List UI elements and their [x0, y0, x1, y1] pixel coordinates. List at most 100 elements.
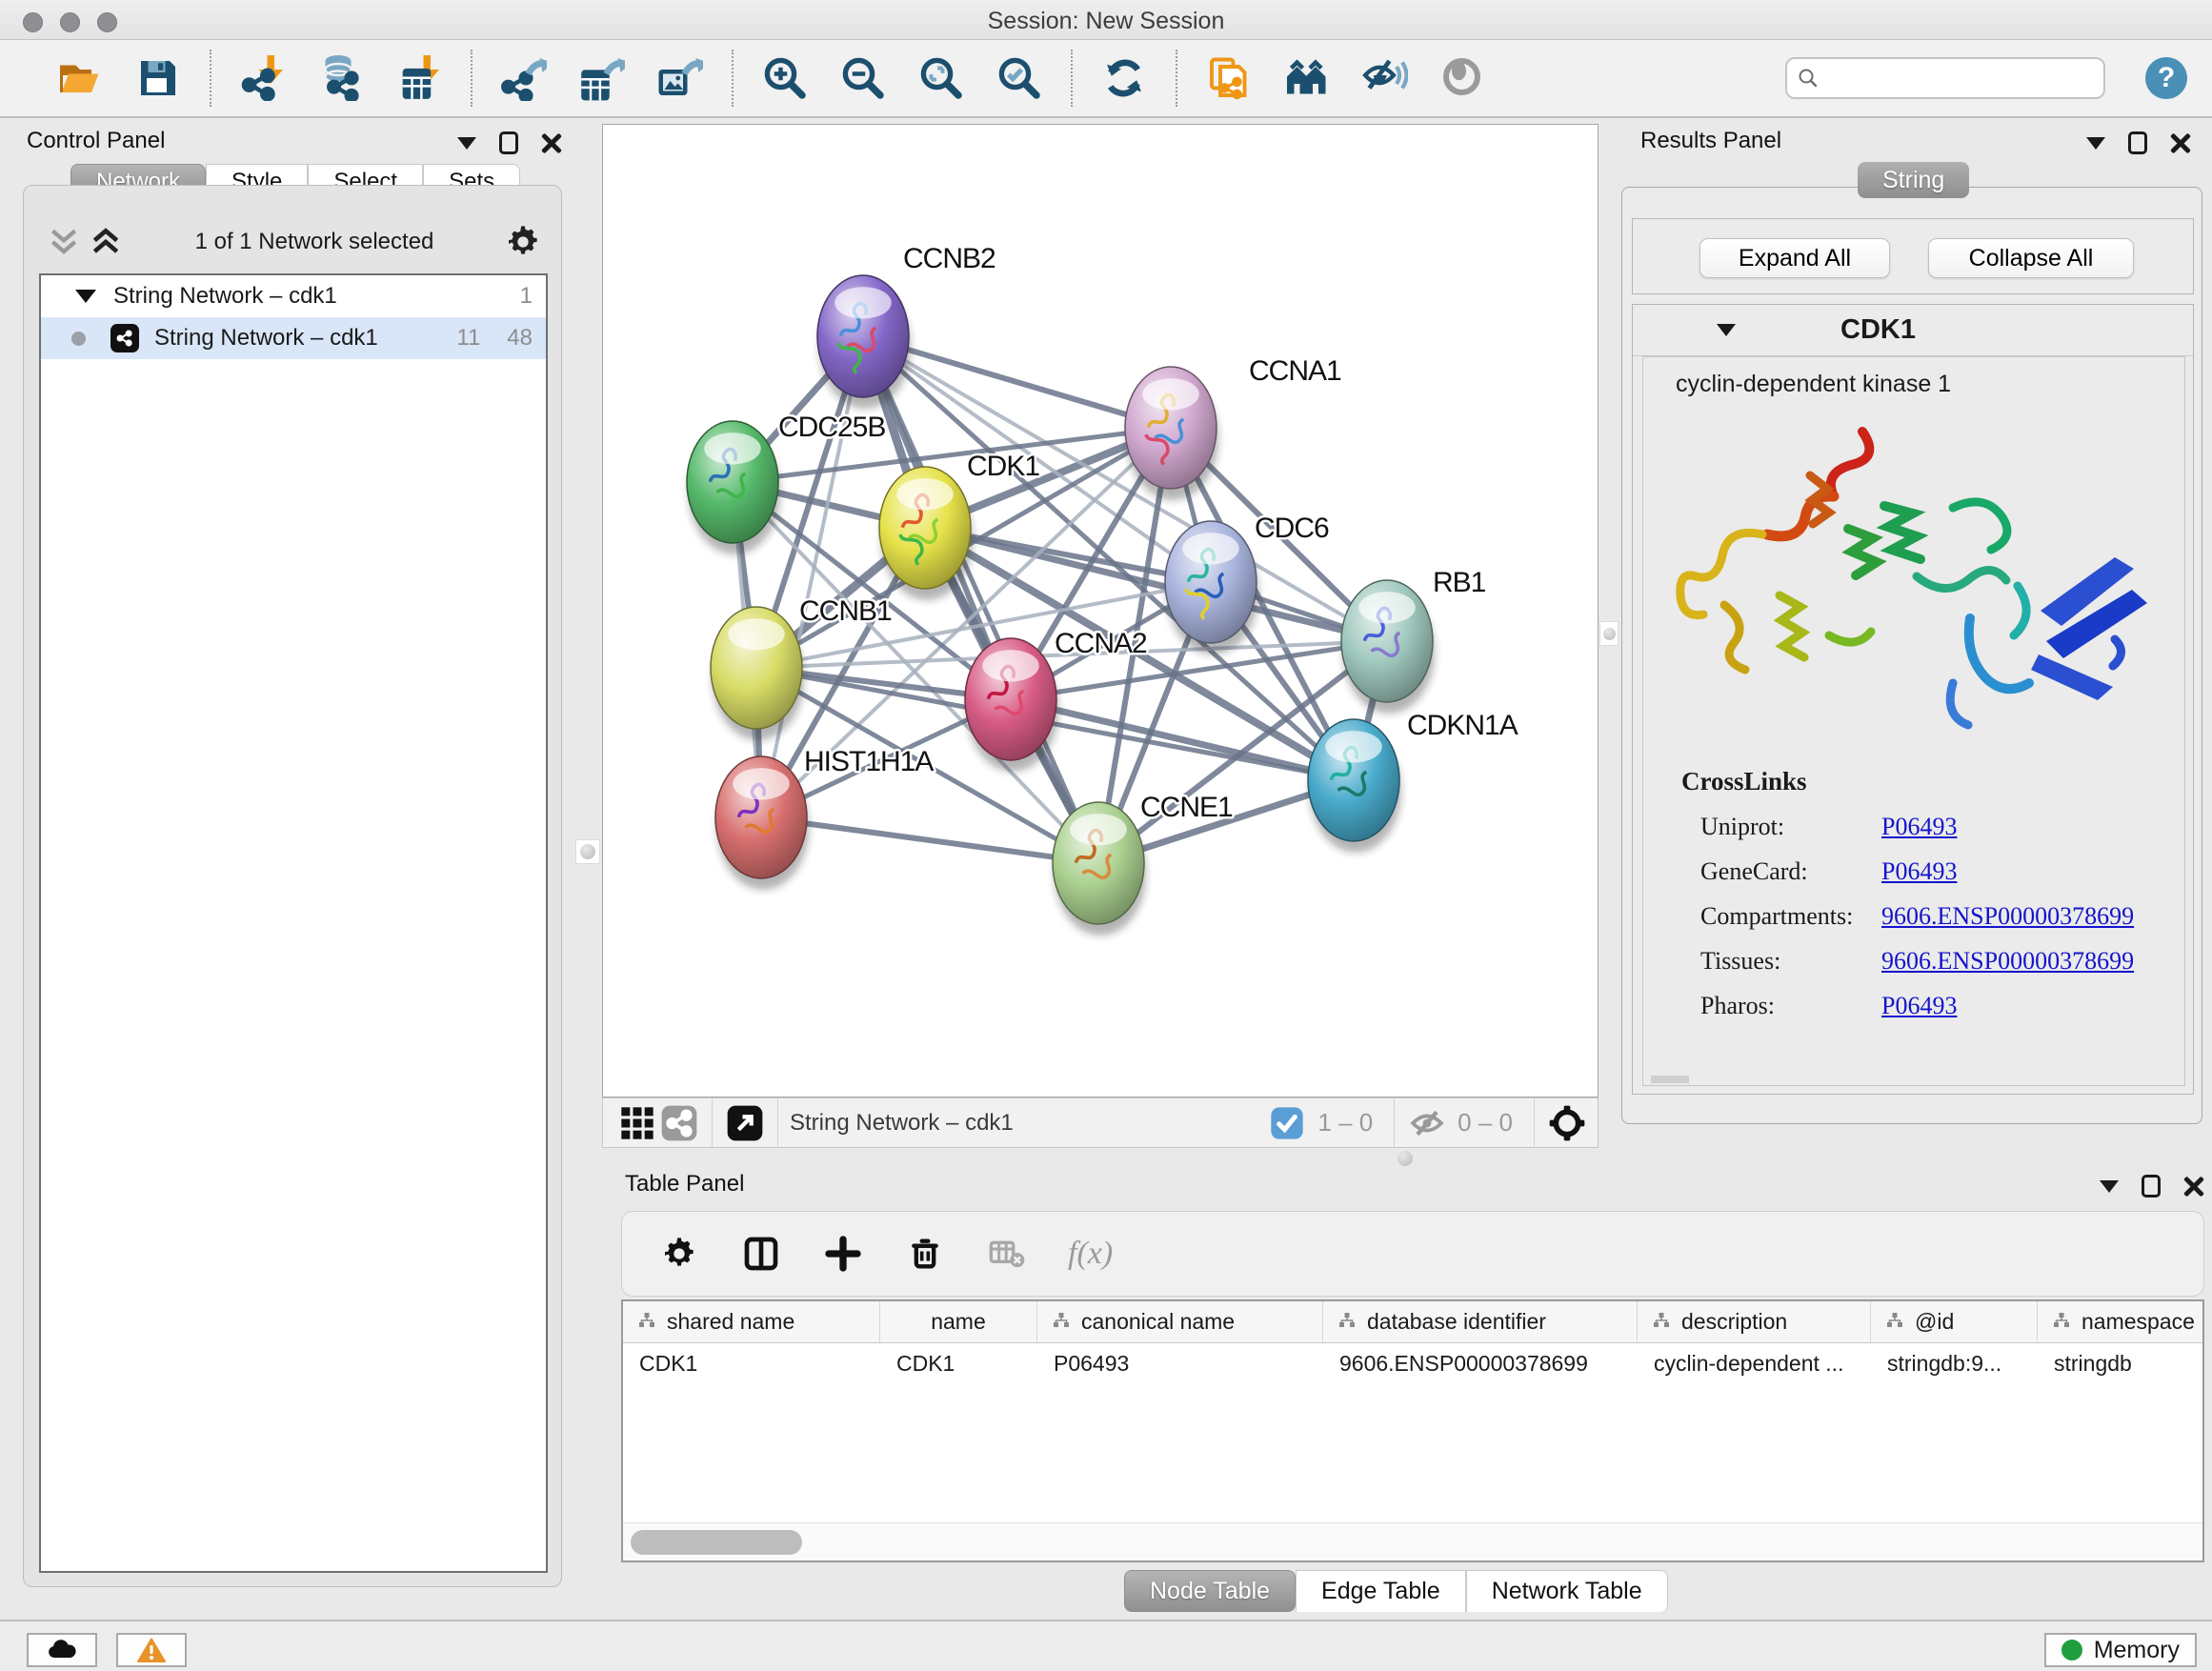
gene-card-header[interactable]: CDK1	[1633, 305, 2193, 356]
cloud-status-button[interactable]	[27, 1633, 97, 1667]
search-input[interactable]	[1820, 66, 2094, 91]
homes-icon[interactable]	[1282, 53, 1332, 103]
float-panel-icon[interactable]	[457, 137, 476, 150]
network-collection-row[interactable]: String Network – cdk1 1	[41, 275, 546, 317]
tab-edge-table[interactable]: Edge Table	[1296, 1570, 1466, 1612]
import-table-icon[interactable]	[394, 53, 444, 103]
table-hscrollbar-thumb[interactable]	[631, 1530, 802, 1555]
grid-view-icon[interactable]	[616, 1102, 658, 1144]
node-CCNA1[interactable]	[1125, 367, 1218, 500]
network-badge-gray-icon[interactable]	[658, 1102, 700, 1144]
export-table-icon[interactable]	[577, 53, 627, 103]
close-panel-icon[interactable]	[541, 132, 562, 153]
show-columns-icon[interactable]	[740, 1233, 782, 1275]
table-options-gear-icon[interactable]	[658, 1233, 700, 1275]
node-position-crosshair-icon[interactable]	[1546, 1102, 1588, 1144]
node-CCNB2[interactable]	[817, 275, 911, 409]
column-label: canonical name	[1081, 1309, 1235, 1335]
zoom-fit-icon[interactable]	[916, 53, 966, 103]
zoom-out-icon[interactable]	[838, 53, 888, 103]
tree-expand-icon[interactable]	[75, 290, 96, 303]
table-cell[interactable]: CDK1	[623, 1351, 880, 1377]
export-network-icon[interactable]	[499, 53, 549, 103]
crosslink-link[interactable]: P06493	[1881, 857, 1957, 886]
tab-network-table[interactable]: Network Table	[1466, 1570, 1668, 1612]
results-hscrollbar[interactable]	[1651, 1076, 1689, 1083]
network-view-canvas[interactable]: CCNB2CCNA1CDC25BCDK1CDC6RB1CCNB1CCNA2CDK…	[602, 124, 1599, 1097]
column-header-namespace[interactable]: namespace	[2038, 1301, 2204, 1342]
table-row[interactable]: CDK1CDK1P064939606.ENSP00000378699cyclin…	[623, 1343, 2202, 1383]
table-cell[interactable]: cyclin-dependent ...	[1638, 1351, 1871, 1377]
search-box[interactable]	[1785, 57, 2105, 99]
node-CDK1[interactable]	[879, 467, 973, 600]
toggle-graphics-details-icon[interactable]	[1360, 53, 1410, 103]
save-icon[interactable]	[133, 53, 183, 103]
network-options-gear-icon[interactable]	[502, 221, 544, 263]
refresh-icon[interactable]	[1099, 53, 1149, 103]
maximize-panel-icon[interactable]	[499, 131, 518, 154]
delete-column-icon[interactable]	[904, 1233, 946, 1275]
help-icon[interactable]: ?	[2145, 57, 2187, 99]
collapse-all-button[interactable]: Collapse All	[1928, 238, 2134, 278]
export-image-icon[interactable]	[655, 53, 705, 103]
zoom-selected-icon[interactable]	[995, 53, 1044, 103]
crosslink-link[interactable]: 9606.ENSP00000378699	[1881, 947, 2134, 976]
birdseye-eye-icon[interactable]	[1438, 53, 1488, 103]
crosslink-link[interactable]: 9606.ENSP00000378699	[1881, 902, 2134, 931]
column-header-description[interactable]: description	[1638, 1301, 1871, 1342]
maximize-panel-icon[interactable]	[2142, 1175, 2161, 1198]
left-splitter-handle[interactable]	[575, 839, 600, 864]
expand-all-button[interactable]: Expand All	[1699, 238, 1890, 278]
node-CDKN1A[interactable]	[1308, 719, 1401, 853]
close-panel-icon[interactable]	[2183, 1176, 2204, 1197]
table-cell[interactable]: stringdb:9...	[1871, 1351, 2038, 1377]
selected-checkbox-icon[interactable]	[1266, 1102, 1308, 1144]
crosslink-link[interactable]: P06493	[1881, 992, 1957, 1020]
float-panel-icon[interactable]	[2100, 1180, 2119, 1193]
node-CCNB1[interactable]	[711, 607, 804, 740]
add-column-icon[interactable]	[822, 1233, 864, 1275]
column-header-@id[interactable]: @id	[1871, 1301, 2038, 1342]
tab-node-table[interactable]: Node Table	[1124, 1570, 1296, 1612]
close-panel-icon[interactable]	[2170, 132, 2191, 153]
memory-button[interactable]: Memory	[2044, 1633, 2197, 1667]
search-icon	[1797, 66, 1820, 91]
edge-HIST1H1A-CCNE1[interactable]	[761, 817, 1098, 863]
table-cell[interactable]: stringdb	[2038, 1351, 2204, 1377]
network-row[interactable]: String Network – cdk1 11 48	[41, 317, 546, 359]
tab-string[interactable]: String	[1858, 162, 1969, 198]
expand-tree-icon[interactable]	[85, 221, 127, 263]
node-table[interactable]: shared namename canonical name database id…	[621, 1299, 2204, 1562]
import-database-icon[interactable]	[316, 53, 366, 103]
zoom-in-icon[interactable]	[760, 53, 810, 103]
edge-CCNB2-CCNE1[interactable]	[863, 336, 1098, 863]
collapse-tree-icon[interactable]	[43, 221, 85, 263]
status-bar: Memory	[0, 1620, 2212, 1671]
node-CCNE1[interactable]	[1053, 802, 1146, 936]
column-header-name[interactable]: name	[880, 1301, 1037, 1342]
node-CCNA2[interactable]	[965, 638, 1058, 772]
birdseye-view-icon[interactable]	[724, 1102, 766, 1144]
crosslink-link[interactable]: P06493	[1881, 813, 1957, 841]
column-header-canonical-name[interactable]: canonical name	[1037, 1301, 1323, 1342]
table-cell[interactable]: P06493	[1037, 1351, 1323, 1377]
copy-network-icon[interactable]	[1204, 53, 1254, 103]
crosslinks-section: CrossLinks Uniprot:P06493GeneCard:P06493…	[1681, 767, 2177, 1020]
table-cell[interactable]: 9606.ENSP00000378699	[1323, 1351, 1638, 1377]
open-file-icon[interactable]	[55, 53, 105, 103]
node-CDC6[interactable]	[1165, 521, 1258, 654]
collapse-gene-icon[interactable]	[1717, 324, 1736, 336]
column-header-shared-name[interactable]: shared name	[623, 1301, 880, 1342]
maximize-panel-icon[interactable]	[2128, 131, 2147, 154]
right-splitter-handle[interactable]	[1599, 621, 1619, 646]
node-CDC25B[interactable]	[687, 421, 780, 554]
table-cell[interactable]: CDK1	[880, 1351, 1037, 1377]
column-header-database-identifier[interactable]: database identifier	[1323, 1301, 1638, 1342]
node-RB1[interactable]	[1341, 580, 1435, 714]
table-hscrollbar-track[interactable]	[623, 1522, 2202, 1560]
node-HIST1H1A[interactable]	[715, 756, 809, 890]
import-network-icon[interactable]	[238, 53, 288, 103]
delete-table-icon	[986, 1233, 1028, 1275]
float-panel-icon[interactable]	[2086, 137, 2105, 150]
warnings-button[interactable]	[116, 1633, 187, 1667]
